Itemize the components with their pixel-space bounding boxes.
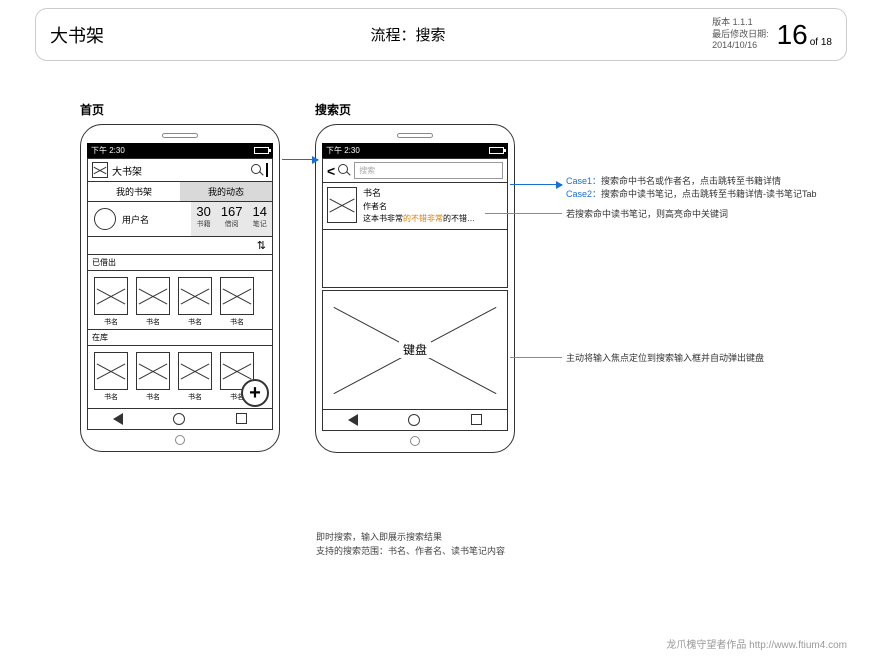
cursor-icon (266, 163, 268, 177)
screen2-label: 搜索页 (315, 101, 351, 118)
section-lent: 已借出 (87, 255, 273, 271)
android-navbar (322, 410, 508, 431)
keyboard-label: 键盘 (399, 341, 431, 358)
annotation-cases: Case1：搜索命中书名或作者名，点击跳转至书籍详情 Case2：搜索命中读书笔… (566, 175, 817, 200)
phone-search: 下午 2:30 < 搜索 书名 作者名 这本书非常的不错非常的不错… 键盘 (315, 124, 515, 453)
nav-home-icon[interactable] (173, 413, 185, 425)
book-grid-lent: 书名 书名 书名 书名 (87, 271, 273, 329)
book-item[interactable]: 书名 (178, 352, 212, 402)
page-number: 16 (777, 19, 808, 51)
book-item[interactable]: 书名 (220, 277, 254, 327)
annotation-highlight: 若搜索命中读书笔记，则高亮命中关键词 (566, 208, 728, 221)
search-input[interactable]: 搜索 (354, 162, 503, 179)
stats: 30书籍 167借阅 14笔记 (191, 202, 272, 236)
statusbar: 下午 2:30 (322, 143, 508, 158)
android-navbar (87, 409, 273, 430)
search-icon[interactable] (251, 164, 264, 177)
user-row: 用户名 30书籍 167借阅 14笔记 (87, 202, 273, 237)
arrow-highlight (485, 213, 562, 214)
nav-recent-icon[interactable] (236, 413, 247, 424)
nav-home-icon[interactable] (408, 414, 420, 426)
phone-home: 下午 2:30 大书架 我的书架 我的动态 用户名 30书籍 167借阅 14笔… (80, 124, 280, 452)
search-icon (338, 164, 351, 177)
battery-icon (254, 147, 269, 154)
book-item[interactable]: 书名 (94, 277, 128, 327)
stat-borrow[interactable]: 167借阅 (216, 202, 248, 236)
credit: 龙爪槐守望者作品 http://www.ftium4.com (666, 636, 847, 651)
book-item[interactable]: 书名 (178, 277, 212, 327)
book-item[interactable]: 书名 (94, 352, 128, 402)
statusbar: 下午 2:30 (87, 143, 273, 158)
arrow-result-case (510, 184, 562, 185)
home-button (175, 435, 185, 445)
result-author: 作者名 (363, 201, 475, 213)
tabs: 我的书架 我的动态 (87, 182, 273, 202)
avatar[interactable] (94, 208, 116, 230)
result-thumb-icon (327, 187, 357, 223)
nav-back-icon[interactable] (348, 414, 358, 426)
status-time: 下午 2:30 (91, 145, 125, 156)
back-icon[interactable]: < (327, 163, 335, 179)
annotation-keyboard: 主动将输入焦点定位到搜索输入框并自动弹出键盘 (566, 352, 764, 365)
status-time: 下午 2:30 (326, 145, 360, 156)
arrow-keyboard (510, 357, 562, 358)
app-logo-icon (92, 162, 108, 178)
doc-app-name: 大书架 (50, 22, 104, 48)
results-empty-area (322, 230, 508, 288)
search-header: < 搜索 (322, 158, 508, 183)
stat-notes[interactable]: 14笔记 (248, 202, 272, 236)
page-of: of 18 (810, 37, 832, 48)
modified-label: 最后修改日期: (712, 29, 769, 41)
earpiece (397, 133, 433, 138)
footer-note: 即时搜索，输入即展示搜索结果 支持的搜索范围：书名、作者名、读书笔记内容 (316, 531, 505, 558)
section-stock: 在库 (87, 329, 273, 346)
nav-recent-icon[interactable] (471, 414, 482, 425)
search-result-row[interactable]: 书名 作者名 这本书非常的不错非常的不错… (322, 183, 508, 230)
add-button[interactable]: + (241, 379, 269, 407)
book-item[interactable]: 书名 (136, 277, 170, 327)
tab-activity[interactable]: 我的动态 (180, 182, 272, 201)
username: 用户名 (122, 213, 191, 226)
doc-meta: 版本 1.1.1 最后修改日期: 2014/10/16 (712, 17, 769, 52)
earpiece (162, 133, 198, 138)
home-button (410, 436, 420, 446)
screen1-label: 首页 (80, 101, 104, 118)
nav-back-icon[interactable] (113, 413, 123, 425)
version-label: 版本 1.1.1 (712, 17, 769, 29)
modified-date: 2014/10/16 (712, 40, 769, 52)
arrow-search-flow (282, 159, 318, 160)
app-header: 大书架 (87, 158, 273, 182)
book-item[interactable]: 书名 (136, 352, 170, 402)
doc-flow-title: 流程：搜索 (104, 24, 712, 45)
result-title: 书名 (363, 187, 475, 201)
stat-books[interactable]: 30书籍 (191, 202, 215, 236)
result-text: 书名 作者名 这本书非常的不错非常的不错… (363, 187, 475, 225)
app-title: 大书架 (112, 163, 251, 178)
doc-header: 大书架 流程：搜索 版本 1.1.1 最后修改日期: 2014/10/16 16… (35, 8, 847, 61)
result-note: 这本书非常的不错非常的不错… (363, 213, 475, 225)
tab-shelf[interactable]: 我的书架 (88, 182, 180, 201)
battery-icon (489, 147, 504, 154)
keyboard-placeholder[interactable]: 键盘 (322, 290, 508, 410)
sort-row[interactable]: ⇅ (87, 237, 273, 255)
